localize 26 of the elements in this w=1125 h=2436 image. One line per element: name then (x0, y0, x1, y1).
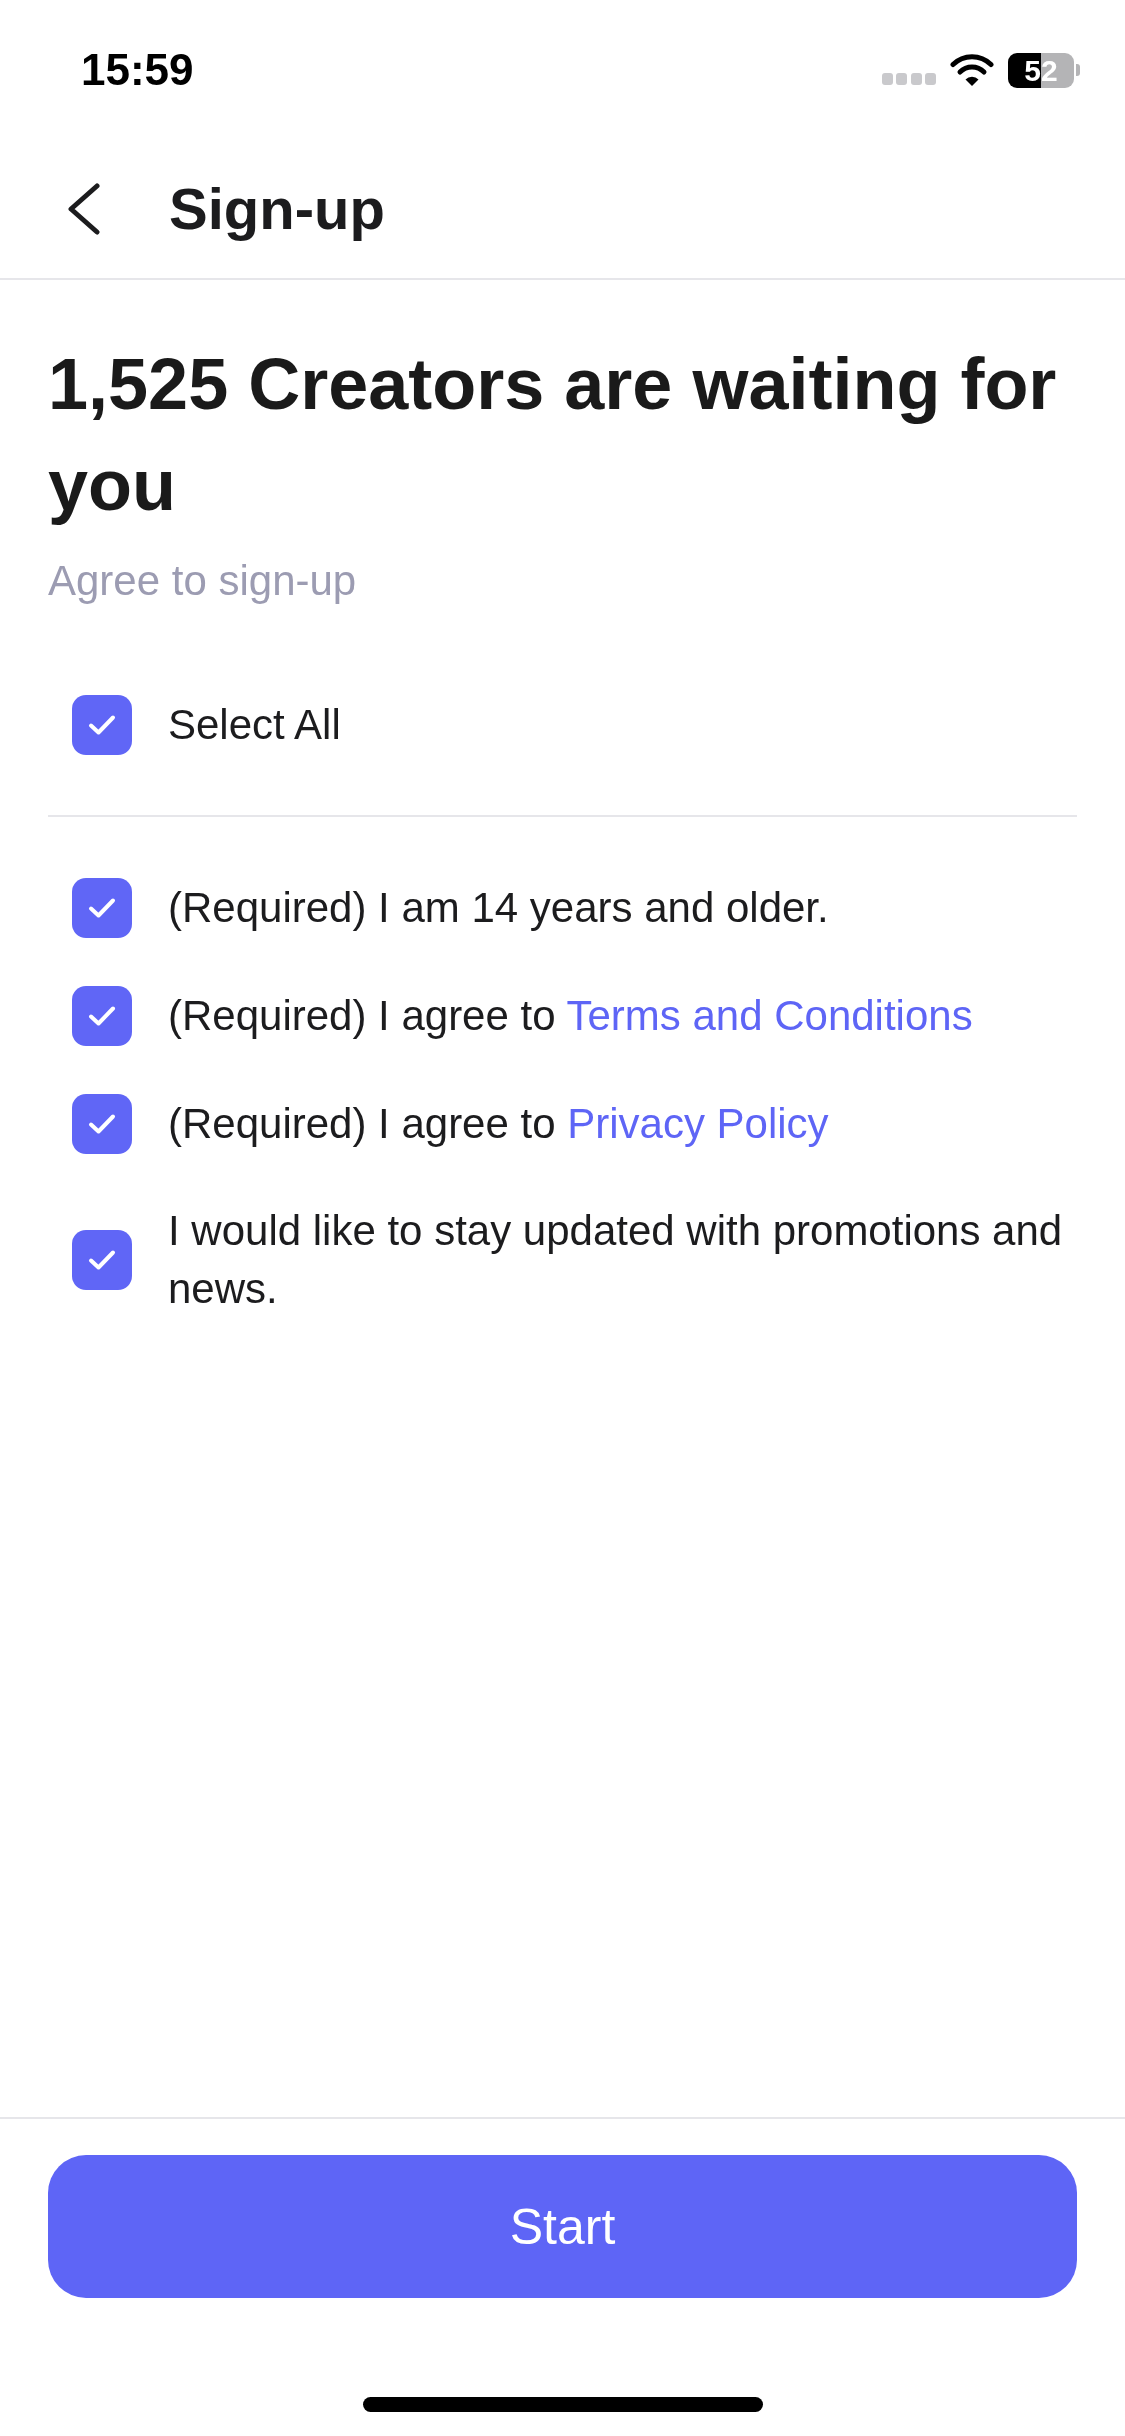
subtitle: Agree to sign-up (48, 556, 358, 606)
signal-dots-icon (882, 73, 936, 85)
status-time: 15:59 (81, 45, 194, 95)
checkmark-icon (88, 1005, 116, 1027)
agreement-text: (Required) I agree to Privacy Policy (168, 1099, 829, 1149)
battery-indicator: 52 (1008, 52, 1080, 88)
wifi-icon (950, 54, 994, 86)
checkmark-icon (88, 1113, 116, 1135)
select-all-checkbox[interactable] (72, 695, 132, 755)
agreement-link[interactable]: Privacy Policy (567, 1100, 829, 1147)
agreement-checkbox[interactable] (72, 1094, 132, 1154)
agreement-text: I would like to stay updated with promotions and news. (168, 1206, 1064, 1314)
agreement-checkbox[interactable] (72, 986, 132, 1046)
agreement-text: (Required) I agree to Terms and Conditions (168, 991, 973, 1041)
heading: 1,525 Creators are waiting for you (48, 343, 1058, 527)
select-all-label: Select All (168, 700, 341, 750)
page-title: Sign-up (169, 175, 385, 243)
start-button[interactable]: Start (48, 2155, 1077, 2298)
agreement-checkbox[interactable] (72, 1230, 132, 1290)
agreement-link[interactable]: Terms and Conditions (566, 992, 973, 1039)
agreement-checkbox[interactable] (72, 878, 132, 938)
checkmark-icon (88, 1249, 116, 1271)
back-icon[interactable] (67, 183, 101, 235)
checkmark-icon (88, 714, 116, 736)
checkmark-icon (88, 897, 116, 919)
agreement-text: (Required) I am 14 years and older. (168, 883, 829, 933)
